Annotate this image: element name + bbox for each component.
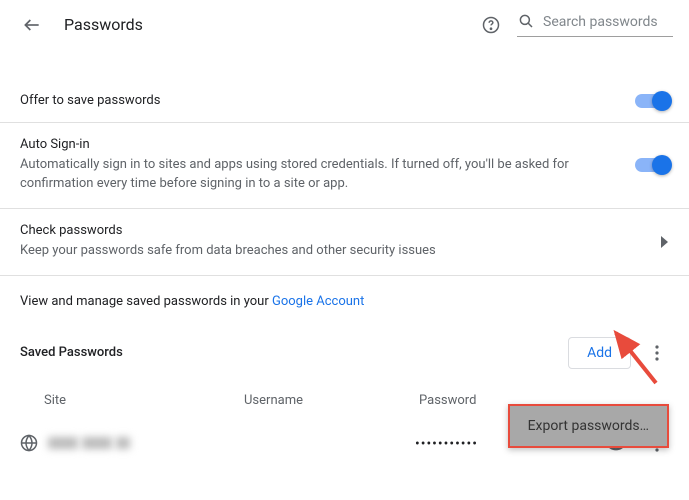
page-title: Passwords (64, 15, 481, 34)
saved-passwords-more-icon[interactable] (645, 341, 669, 365)
column-site: Site (44, 393, 244, 408)
check-passwords-section[interactable]: Check passwords Keep your passwords safe… (0, 208, 689, 275)
saved-passwords-header: Saved Passwords Add (0, 323, 689, 381)
auto-signin-desc: Automatically sign in to sites and apps … (20, 156, 575, 194)
auto-signin-section: Auto Sign-in Automatically sign in to si… (0, 122, 689, 208)
manage-passwords-section: View and manage saved passwords in your … (0, 275, 689, 323)
globe-icon (20, 434, 40, 454)
check-passwords-desc: Keep your passwords safe from data breac… (20, 242, 591, 261)
back-arrow-icon[interactable] (20, 13, 44, 37)
google-account-link[interactable]: Google Account (272, 294, 364, 309)
auto-signin-title: Auto Sign-in (20, 137, 575, 152)
column-username: Username (244, 393, 419, 408)
chevron-right-icon (661, 236, 669, 248)
search-field[interactable] (517, 12, 673, 37)
check-passwords-title: Check passwords (20, 223, 591, 238)
offer-to-save-toggle[interactable] (635, 94, 669, 108)
saved-passwords-title: Saved Passwords (20, 345, 568, 360)
header: Passwords (0, 0, 689, 43)
help-icon[interactable] (481, 15, 501, 35)
search-icon (517, 12, 537, 32)
offer-to-save-section: Offer to save passwords (0, 79, 689, 122)
add-button[interactable]: Add (568, 337, 631, 369)
search-input[interactable] (543, 14, 673, 30)
offer-to-save-title: Offer to save passwords (20, 93, 575, 108)
export-passwords-menu-item[interactable]: Export passwords… (508, 404, 669, 448)
site-cell (48, 434, 240, 453)
auto-signin-toggle[interactable] (635, 158, 669, 172)
manage-prefix: View and manage saved passwords in your (20, 294, 272, 309)
